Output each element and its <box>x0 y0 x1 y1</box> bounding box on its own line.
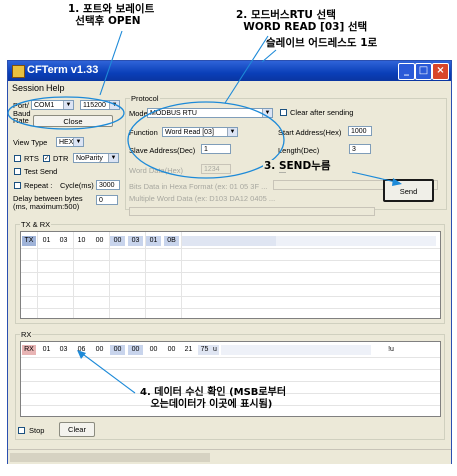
arrow-step2b <box>261 49 277 63</box>
arrow-step3-head <box>392 178 402 186</box>
arrow-step4 <box>79 351 136 394</box>
arrow-step2 <box>224 35 269 104</box>
annotation-step3: 3. SEND누름 <box>263 160 332 172</box>
arrow-step1 <box>99 30 123 96</box>
highlight-circle-port <box>7 96 125 130</box>
arrow-step4-head <box>77 350 86 359</box>
highlight-circle-protocol <box>127 101 285 179</box>
annotation-step4: 4. 데이터 수신 확인 (MSB로부터 오는데이터가 이곳에 표시됨) <box>140 387 287 410</box>
